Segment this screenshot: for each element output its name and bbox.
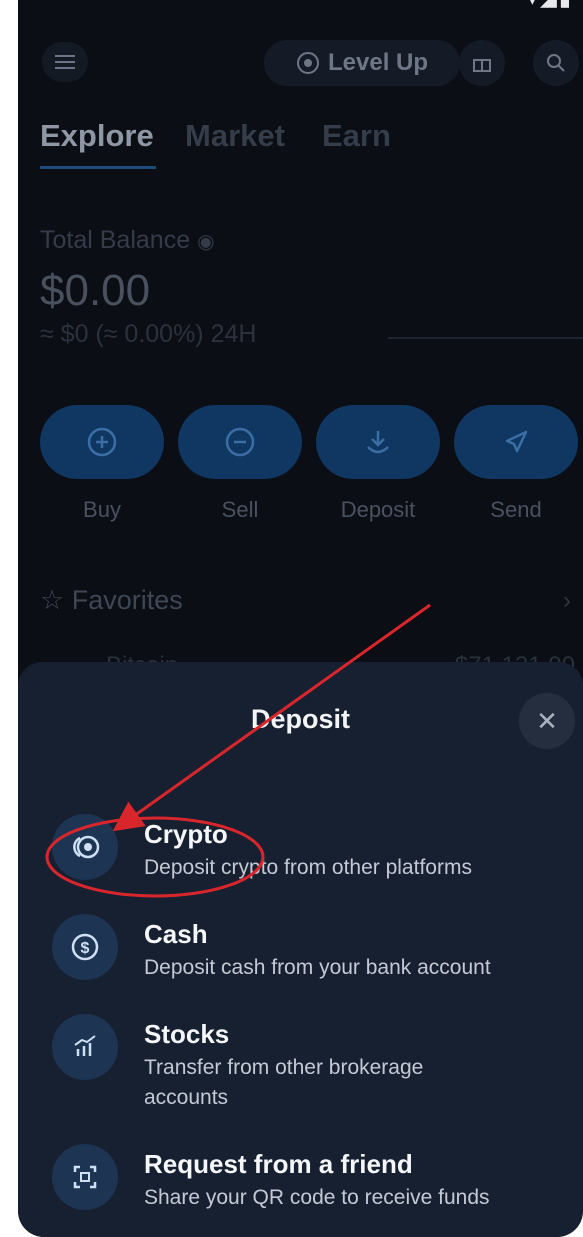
tab-market[interactable]: Market	[185, 118, 285, 154]
dollar-circle-icon: $	[71, 933, 99, 961]
active-tab-indicator	[40, 166, 156, 169]
sell-button[interactable]	[178, 405, 302, 479]
crypto-icon-badge	[52, 814, 118, 880]
buy-button[interactable]	[40, 405, 164, 479]
chevron-right-icon[interactable]: ›	[563, 587, 571, 615]
top-bar: Level Up	[18, 32, 583, 92]
crypto-title: Crypto	[144, 819, 228, 849]
send-action[interactable]: Send	[454, 405, 578, 523]
close-button[interactable]: ✕	[519, 693, 575, 749]
level-up-button[interactable]: Level Up	[264, 40, 460, 86]
close-icon: ✕	[536, 705, 558, 736]
sell-action[interactable]: Sell	[178, 405, 302, 523]
crypto-description: Deposit crypto from other platforms	[144, 856, 472, 879]
deposit-sheet: Deposit ✕ Crypto Deposit crypto from oth…	[18, 662, 583, 1237]
badge-icon	[296, 52, 319, 74]
favorites-header[interactable]: ☆ Favorites	[40, 585, 183, 616]
quick-actions: Buy Sell Deposit Send	[18, 405, 583, 535]
minus-circle-icon	[225, 427, 255, 457]
total-balance-label: Total Balance ◉	[40, 226, 215, 255]
status-icons: ▾◢▮	[527, 0, 573, 9]
sell-label: Sell	[221, 497, 259, 522]
star-icon: ☆	[40, 585, 65, 615]
stocks-title: Stocks	[144, 1019, 230, 1049]
buy-label: Buy	[83, 497, 121, 522]
gift-icon	[473, 59, 491, 72]
search-button[interactable]	[533, 40, 579, 86]
cash-title: Cash	[144, 919, 208, 949]
send-button[interactable]	[454, 405, 578, 479]
cash-description: Deposit cash from your bank account	[144, 956, 491, 979]
request-description: Share your QR code to receive funds	[144, 1186, 490, 1209]
buy-action[interactable]: Buy	[40, 405, 164, 523]
hamburger-icon	[55, 55, 75, 69]
deposit-sheet-title: Deposit	[250, 704, 350, 734]
deposit-icon	[367, 431, 389, 454]
total-balance-text: Total Balance	[40, 226, 191, 254]
favorites-label: Favorites	[71, 585, 183, 615]
eye-icon[interactable]: ◉	[197, 231, 214, 253]
deposit-label: Deposit	[340, 497, 416, 522]
deposit-action[interactable]: Deposit	[316, 405, 440, 523]
status-bar: ▾◢▮	[18, 0, 583, 14]
plus-circle-icon	[87, 427, 117, 457]
qr-scan-icon	[73, 1165, 97, 1189]
balance-value: $0.00	[40, 266, 151, 315]
request-icon-badge	[52, 1144, 118, 1210]
level-up-label: Level Up	[327, 49, 429, 76]
search-icon	[547, 54, 565, 72]
phone-screen: ▾◢▮ Level Up Explore	[18, 0, 583, 1237]
send-label: Send	[490, 497, 542, 522]
send-icon	[505, 430, 528, 453]
request-title: Request from a friend	[144, 1149, 413, 1179]
stocks-chart-icon	[74, 1035, 96, 1056]
tab-explore[interactable]: Explore	[40, 118, 154, 154]
balance-sparkline	[388, 337, 583, 339]
tab-earn[interactable]: Earn	[322, 118, 391, 154]
menu-button[interactable]	[42, 42, 88, 82]
deposit-button[interactable]	[316, 405, 440, 479]
crypto-coins-icon	[73, 835, 100, 859]
cash-icon-badge: $	[52, 914, 118, 980]
stocks-icon-badge	[52, 1014, 118, 1080]
gift-button[interactable]	[459, 40, 505, 86]
balance-change: ≈ $0 (≈ 0.00%) 24H	[40, 320, 257, 348]
svg-text:$: $	[81, 940, 90, 957]
stocks-description: Transfer from other brokerage accounts	[144, 1056, 424, 1109]
